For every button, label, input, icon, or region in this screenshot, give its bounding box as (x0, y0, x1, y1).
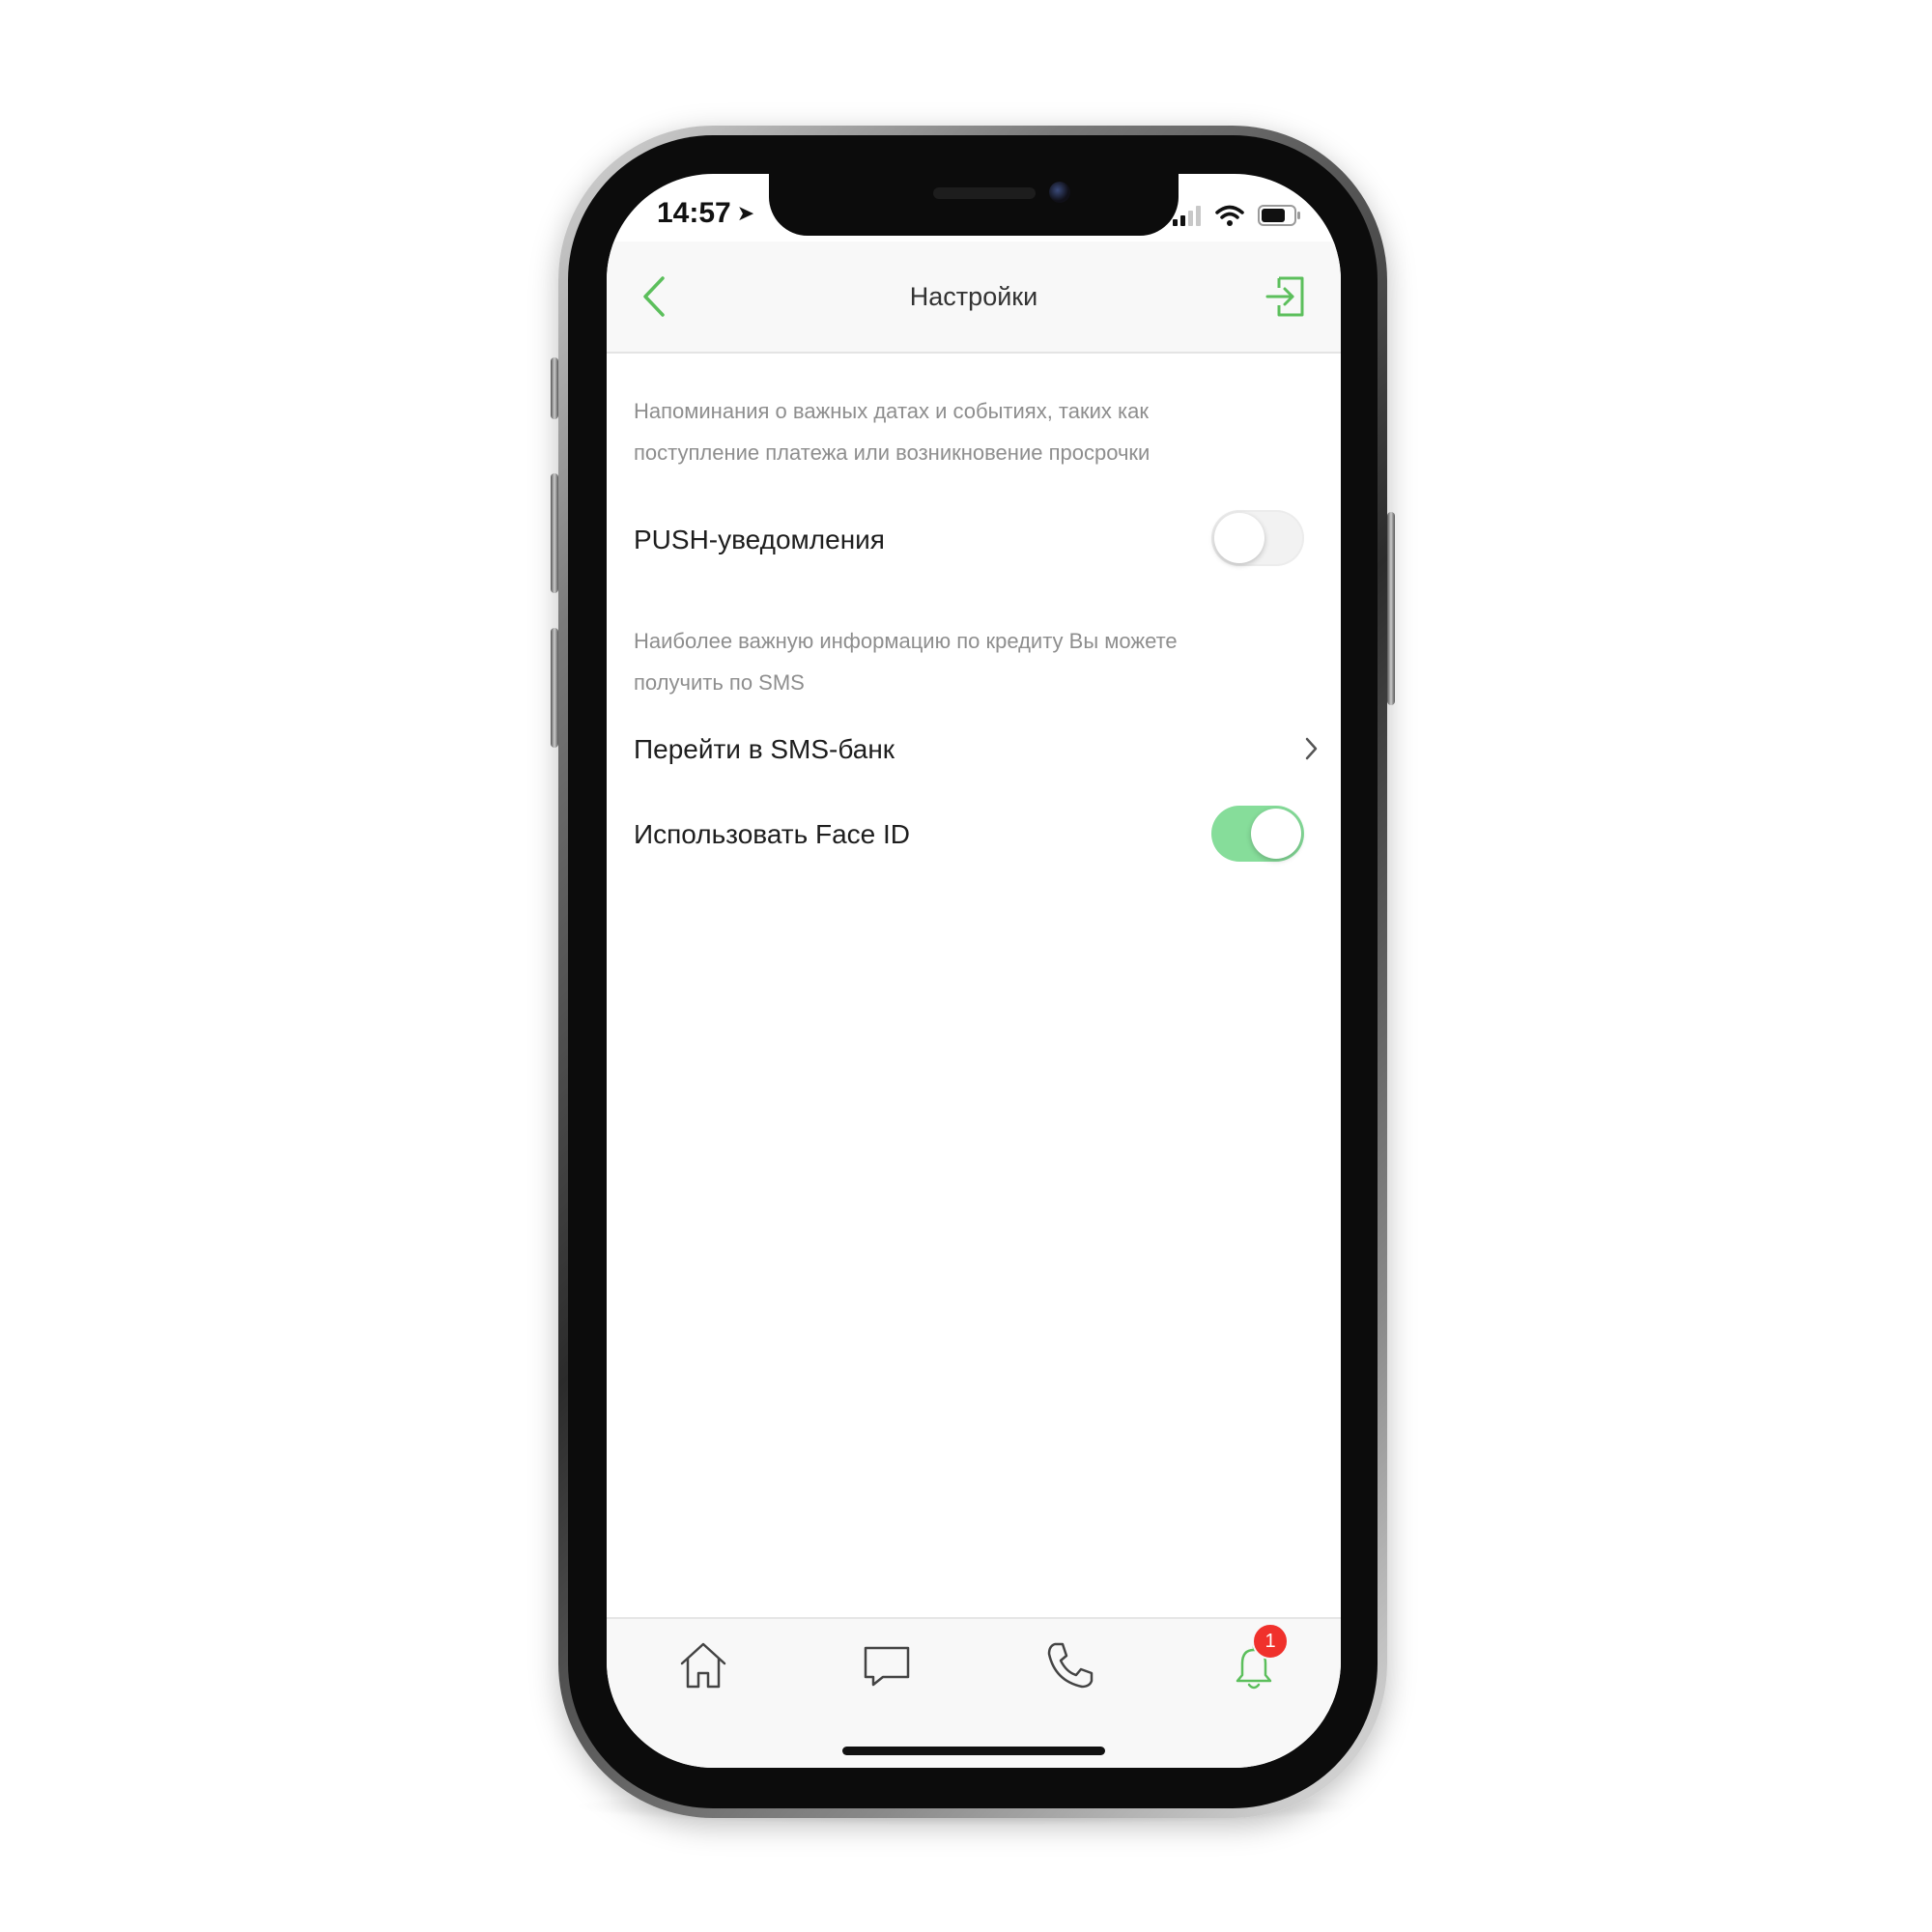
sms-bank-link[interactable]: Перейти в SMS-банк (634, 734, 895, 765)
volume-down-button (551, 628, 558, 748)
signal-icon (1173, 206, 1201, 226)
faceid-toggle-knob (1251, 809, 1301, 859)
mute-switch (551, 357, 558, 419)
speaker-grille (933, 187, 1036, 199)
faceid-label: Использовать Face ID (634, 819, 911, 849)
push-toggle-knob (1214, 513, 1264, 563)
power-button (1387, 512, 1395, 705)
page-title: Настройки (909, 282, 1038, 311)
wifi-icon (1215, 205, 1244, 226)
status-icons (1173, 201, 1302, 230)
logout-button[interactable] (1265, 274, 1308, 319)
status-time-text: 14:57 (657, 197, 731, 229)
sms-description: Наиболее важную информацию по кредиту Вы… (634, 629, 1178, 695)
notification-badge: 1 (1252, 1623, 1289, 1660)
tab-phone[interactable] (1041, 1636, 1099, 1694)
chat-icon (864, 1646, 910, 1687)
location-arrow-icon: ➤ (736, 201, 755, 225)
tab-bar: 1 (607, 1617, 1341, 1768)
notch (769, 174, 1179, 236)
push-toggle[interactable] (1211, 510, 1304, 566)
battery-icon (1258, 205, 1300, 226)
volume-up-button (551, 473, 558, 593)
faceid-toggle[interactable] (1211, 806, 1304, 862)
logout-icon (1265, 276, 1304, 317)
nav-header: Настройки (607, 242, 1341, 354)
phone-icon (1047, 1642, 1094, 1689)
push-description: Напоминания о важных датах и событиях, т… (634, 399, 1151, 465)
tab-home[interactable] (674, 1636, 732, 1694)
front-camera (1049, 182, 1070, 203)
status-time: 14:57 ➤ (657, 197, 754, 230)
phone-screen: 14:57 ➤ Настройки Напоминания о важных д… (607, 174, 1341, 1768)
chevron-right-icon[interactable] (1302, 734, 1321, 763)
push-label: PUSH-уведомления (634, 525, 885, 554)
home-indicator[interactable] (842, 1747, 1105, 1755)
tab-chat[interactable] (858, 1636, 916, 1694)
home-icon (680, 1642, 726, 1689)
